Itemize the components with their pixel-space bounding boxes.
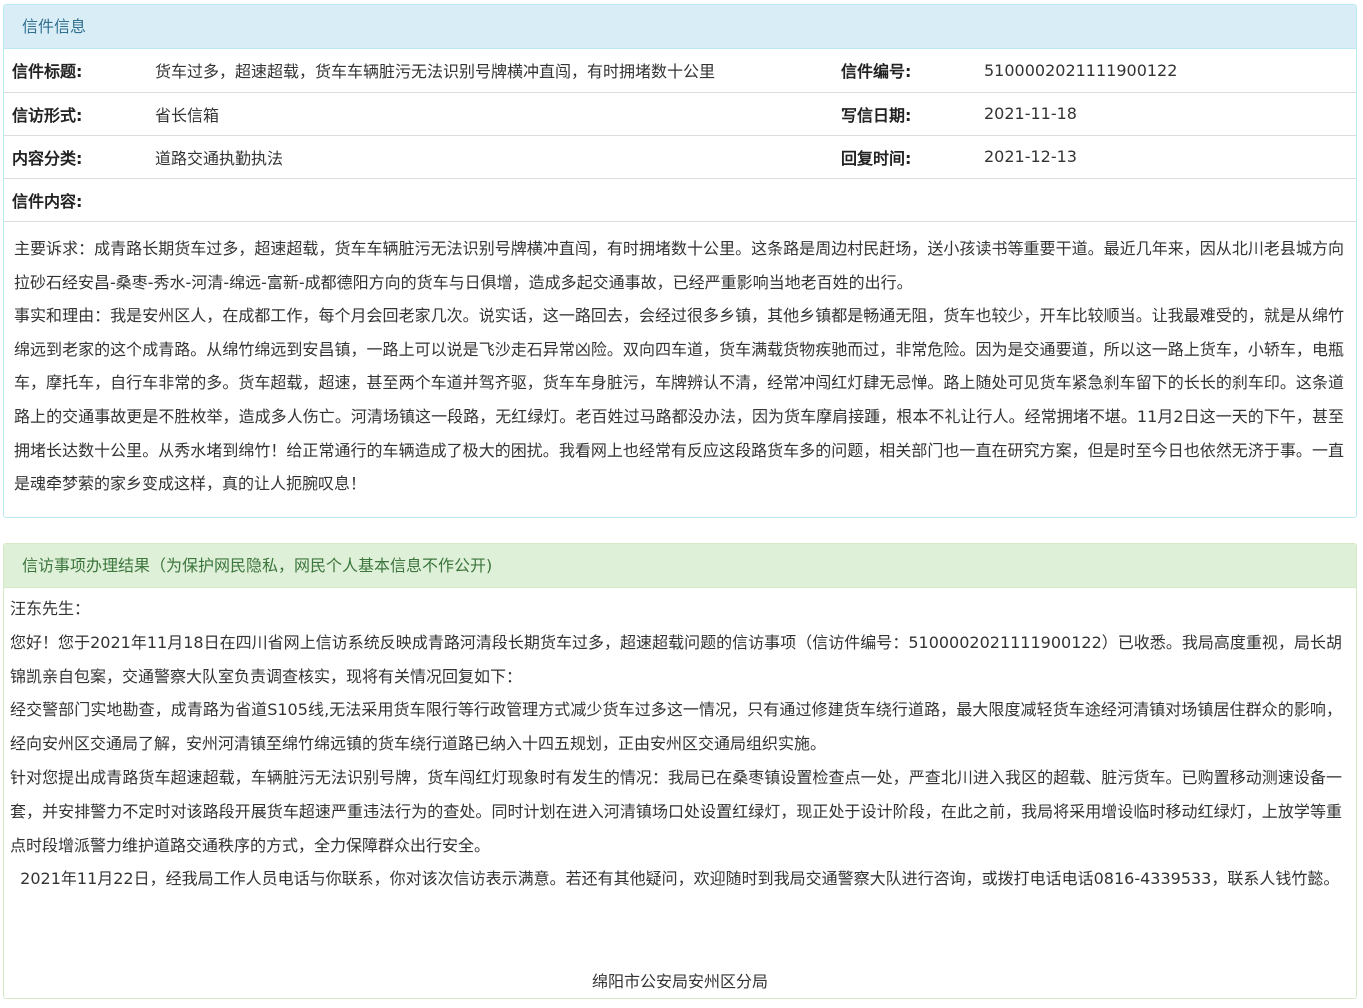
- letter-title-label: 信件标题:: [12, 62, 83, 82]
- reply-result-heading: 信访事项办理结果（为保护网民隐私，网民个人基本信息不作公开): [4, 544, 1356, 588]
- table-row: 信访形式: 省长信箱 写信日期: 2021-11-18: [4, 91, 1356, 135]
- reply-time-value: 2021-12-13: [976, 134, 1356, 178]
- letter-title-value: 货车过多，超速超载，货车车辆脏污无法识别号牌横冲直闯，有时拥堵数十公里: [155, 62, 716, 82]
- table-row: 信件标题: 货车过多，超速超载，货车车辆脏污无法识别号牌横冲直闯，有时拥堵数十公…: [4, 49, 1356, 92]
- letter-number-value: 5100002021111900122: [984, 60, 1178, 80]
- letter-number-label: 信件编号:: [841, 62, 912, 82]
- table-row: 信件内容:: [4, 177, 1356, 221]
- letter-content-paragraph: 事实和理由：我是安州区人，在成都工作，每个月会回老家几次。说实话，这一路回去，会…: [14, 306, 1344, 494]
- reply-paragraph: 您好！您于2021年11月18日在四川省网上信访系统反映成青路河清段长期货车过多…: [10, 632, 1342, 686]
- reply-salutation: 汪东先生：: [10, 599, 91, 618]
- reply-result-panel: 信访事项办理结果（为保护网民隐私，网民个人基本信息不作公开) 汪东先生： 您好！…: [3, 543, 1357, 999]
- letter-form-value: 省长信箱: [147, 91, 833, 135]
- reply-paragraph: 针对您提出成青路货车超速超载，车辆脏污无法识别号牌，货车闯红灯现象时有发生的情况…: [10, 767, 1342, 855]
- letter-info-heading: 信件信息: [4, 5, 1356, 49]
- reply-time-label: 回复时间:: [833, 134, 976, 178]
- content-category-value: 道路交通执勤执法: [147, 134, 833, 178]
- letter-content-paragraph: 主要诉求：成青路长期货车过多，超速超载，货车车辆脏污无法识别号牌横冲直闯，有时拥…: [14, 239, 1344, 292]
- reply-body: 汪东先生： 您好！您于2021年11月18日在四川省网上信访系统反映成青路河清段…: [4, 588, 1356, 896]
- write-date-value: 2021-11-18: [976, 91, 1356, 135]
- letter-info-table: 信件标题: 货车过多，超速超载，货车车辆脏污无法识别号牌横冲直闯，有时拥堵数十公…: [4, 49, 1356, 221]
- content-category-label: 内容分类:: [4, 134, 147, 178]
- reply-paragraph: 2021年11月22日，经我局工作人员电话与你联系，你对该次信访表示满意。若还有…: [10, 869, 1340, 889]
- letter-content-body: 主要诉求：成青路长期货车过多，超速超载，货车车辆脏污无法识别号牌横冲直闯，有时拥…: [4, 221, 1356, 507]
- letter-content-label: 信件内容:: [4, 177, 1356, 221]
- reply-signature: 绵阳市公安局安州区分局: [591, 972, 768, 991]
- reply-paragraph: 经交警部门实地勘查，成青路为省道S105线,无法采用货车限行等行政管理方式减少货…: [10, 700, 1342, 754]
- write-date-label: 写信日期:: [833, 91, 976, 135]
- letter-form-label: 信访形式:: [4, 91, 147, 135]
- table-row: 内容分类: 道路交通执勤执法 回复时间: 2021-12-13: [4, 134, 1356, 178]
- letter-info-panel: 信件信息 信件标题: 货车过多，超速超载，货车车辆脏污无法识别号牌横冲直闯，有时…: [3, 4, 1357, 518]
